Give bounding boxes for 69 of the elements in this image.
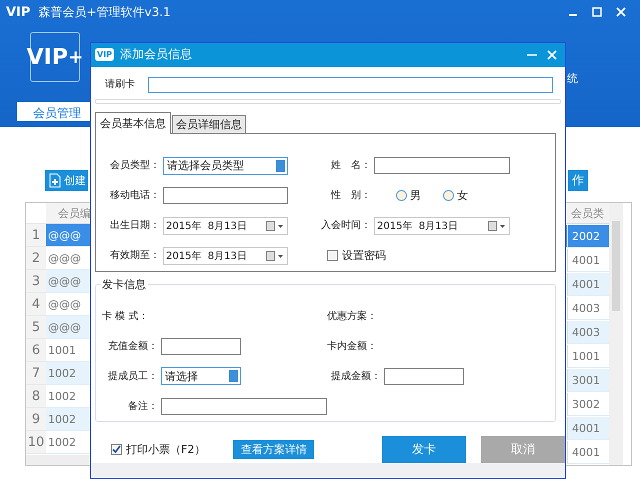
field-label: 有效期至： xyxy=(109,249,161,262)
row-number: 9 xyxy=(26,408,46,431)
group-title: 发卡信息 xyxy=(100,277,148,292)
field-label: 卡内金额： xyxy=(327,340,378,353)
dropdown[interactable]: 请选择 xyxy=(161,367,241,386)
row-number: 8 xyxy=(26,385,46,408)
checkbox-label: 设置密码 xyxy=(342,248,386,264)
table-cell[interactable]: 4001 xyxy=(567,273,609,296)
calendar-icon[interactable] xyxy=(488,220,506,231)
row-number: 3 xyxy=(26,270,46,293)
date-picker[interactable]: 2015年 8月13日 xyxy=(163,246,288,265)
row-number: 4 xyxy=(26,293,46,316)
checkbox[interactable] xyxy=(111,444,122,456)
action-button[interactable]: 作 xyxy=(568,170,588,191)
row-number: 1 xyxy=(26,224,46,247)
maximize-icon[interactable] xyxy=(592,7,602,17)
logo: VIP xyxy=(95,48,114,62)
field-label: 移动电话： xyxy=(109,189,161,202)
row-number: 6 xyxy=(26,339,46,362)
field-label: 卡 模 式： xyxy=(102,310,150,323)
checkbox-label: 打印小票（F2） xyxy=(126,442,206,458)
field-label: 请刷卡 xyxy=(105,78,136,92)
date-picker[interactable]: 2015年 8月13日 xyxy=(374,216,510,235)
create-button[interactable]: 创建 xyxy=(45,170,88,191)
table-cell[interactable]: 3001 xyxy=(567,369,609,392)
row-number: 10 xyxy=(26,431,46,454)
table-cell[interactable]: 4001 xyxy=(567,417,609,440)
date-picker[interactable]: 2015年 8月13日 xyxy=(163,216,288,235)
row-number: 2 xyxy=(26,247,46,270)
table-cell[interactable]: 2002 xyxy=(567,225,609,248)
column-header: 会员类 xyxy=(567,203,609,224)
field-label: 备注： xyxy=(127,400,159,413)
row-number: 5 xyxy=(26,316,46,339)
tab[interactable]: 会员详细信息 xyxy=(172,114,246,133)
input-field[interactable] xyxy=(161,338,241,355)
close-icon[interactable] xyxy=(616,7,626,17)
close-icon[interactable] xyxy=(547,50,557,60)
dialog-title: 添加会员信息 xyxy=(120,46,192,64)
radio-option[interactable]: 女 xyxy=(443,188,468,204)
issue-card-button[interactable]: 发卡 xyxy=(382,436,466,464)
card-input[interactable] xyxy=(148,76,553,93)
input-field[interactable] xyxy=(161,398,327,415)
calendar-icon[interactable] xyxy=(266,220,284,231)
field-label: 提成员工： xyxy=(107,370,159,383)
field-label: 优惠方案： xyxy=(327,310,378,323)
radio-option[interactable]: 男 xyxy=(396,188,421,204)
field-label: 会员类型： xyxy=(109,159,161,172)
dropdown[interactable]: 请选择会员类型 xyxy=(163,156,288,175)
logo: VIP xyxy=(6,4,30,20)
cancel-button[interactable]: 取消 xyxy=(481,436,565,464)
field-label: 姓 名： xyxy=(330,159,372,172)
field-label: 充值金额： xyxy=(107,340,159,353)
input-field[interactable] xyxy=(384,368,464,385)
field-label: 出生日期： xyxy=(109,219,161,232)
calendar-icon[interactable] xyxy=(266,250,284,261)
input-field[interactable] xyxy=(374,157,510,174)
vertical-scrollbar[interactable] xyxy=(609,203,623,465)
row-number: 7 xyxy=(26,362,46,385)
details-button[interactable]: 查看方案详情 xyxy=(233,440,314,460)
window-title: 森普会员+管理软件v3.1 xyxy=(38,4,171,20)
toolbar-label: 统 xyxy=(567,71,578,86)
table-cell[interactable]: 4003 xyxy=(567,321,609,344)
tab[interactable]: 会员基本信息 xyxy=(95,112,171,134)
add-file-icon xyxy=(48,173,62,188)
input-field[interactable] xyxy=(163,187,288,204)
field-label: 提成金额： xyxy=(330,370,382,383)
field-label: 入会时间： xyxy=(321,219,372,232)
checkbox[interactable] xyxy=(327,250,338,262)
field-label: 性 别： xyxy=(330,189,372,202)
